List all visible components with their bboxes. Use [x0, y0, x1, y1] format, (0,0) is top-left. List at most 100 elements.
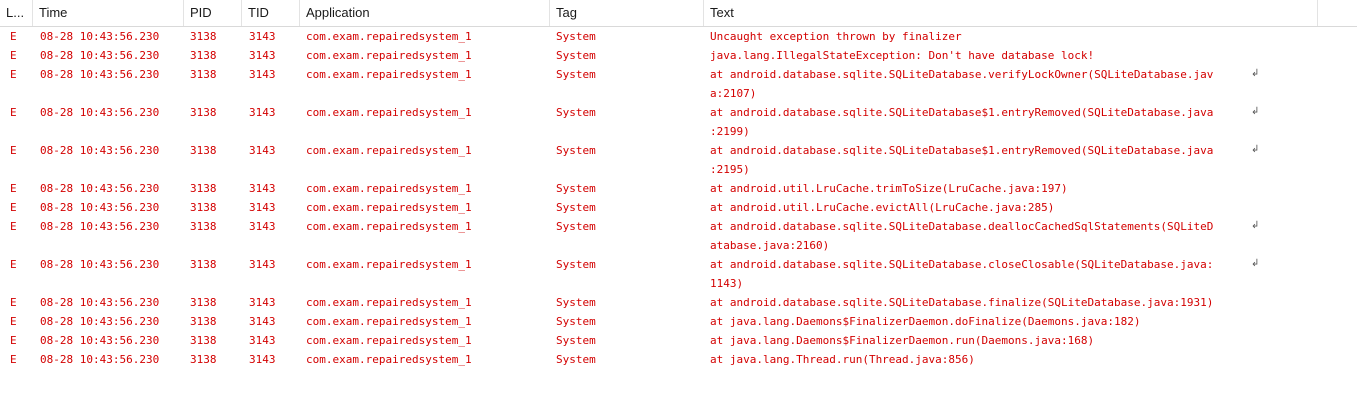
log-tid: 3143 [249, 220, 276, 233]
log-row[interactable]: E 08-28 10:43:56.230 3138 3143 com.exam.repa… [0, 331, 1357, 350]
log-row[interactable]: E 08-28 10:43:56.230 3138 3143 com.exam.repa… [0, 350, 1357, 369]
column-header-application[interactable]: Application [300, 0, 550, 26]
log-application: com.exam.repairedsystem_1 [306, 68, 472, 81]
log-time: 08-28 10:43:56.230 [40, 49, 160, 62]
log-tag: System [556, 49, 596, 62]
log-tag: System [556, 68, 596, 81]
log-message-line: at android.util.LruCache.trimToSize(LruC… [710, 182, 1068, 195]
log-message: at android.database.sqlite.SQLiteDatabas… [710, 217, 1255, 255]
log-row[interactable]: E 08-28 10:43:56.230 3138 3143 com.exam.repa… [0, 141, 1357, 179]
log-row[interactable]: E 08-28 10:43:56.230 3138 3143 com.exam.repa… [0, 312, 1357, 331]
log-tag: System [556, 201, 596, 214]
column-header-pid[interactable]: PID [184, 0, 242, 26]
log-pid: 3138 [190, 30, 217, 43]
log-application: com.exam.repairedsystem_1 [306, 144, 472, 157]
log-level: E [10, 353, 17, 366]
log-tid: 3143 [249, 182, 276, 195]
log-row[interactable]: E 08-28 10:43:56.230 3138 3143 com.exam.repa… [0, 293, 1357, 312]
log-tid: 3143 [249, 49, 276, 62]
log-tid: 3143 [249, 296, 276, 309]
log-application: com.exam.repairedsystem_1 [306, 49, 472, 62]
log-row[interactable]: E 08-28 10:43:56.230 3138 3143 com.exam.repa… [0, 217, 1357, 255]
column-header-tid[interactable]: TID [242, 0, 300, 26]
log-pid: 3138 [190, 315, 217, 328]
log-row[interactable]: E 08-28 10:43:56.230 3138 3143 com.exam.repa… [0, 27, 1357, 46]
log-application: com.exam.repairedsystem_1 [306, 296, 472, 309]
log-message: at android.util.LruCache.trimToSize(LruC… [710, 179, 1255, 198]
log-message: at android.database.sqlite.SQLiteDatabas… [710, 103, 1255, 141]
log-time: 08-28 10:43:56.230 [40, 106, 160, 119]
log-level: E [10, 68, 17, 81]
log-message-line: at android.database.sqlite.SQLiteDatabas… [710, 106, 1214, 119]
log-message-line: :2195) [710, 163, 750, 176]
log-message-line: at android.database.sqlite.SQLiteDatabas… [710, 220, 1214, 233]
column-header-time[interactable]: Time [33, 0, 184, 26]
log-tid: 3143 [249, 106, 276, 119]
column-header-tag[interactable]: Tag [550, 0, 704, 26]
log-tid: 3143 [249, 315, 276, 328]
log-message-line: :2199) [710, 125, 750, 138]
log-row[interactable]: E 08-28 10:43:56.230 3138 3143 com.exam.repa… [0, 103, 1357, 141]
log-application: com.exam.repairedsystem_1 [306, 220, 472, 233]
log-application: com.exam.repairedsystem_1 [306, 315, 472, 328]
log-table-body: E 08-28 10:43:56.230 3138 3143 com.exam.repa… [0, 27, 1357, 369]
log-time: 08-28 10:43:56.230 [40, 334, 160, 347]
log-application: com.exam.repairedsystem_1 [306, 106, 472, 119]
log-message-line: at java.lang.Daemons$FinalizerDaemon.run… [710, 334, 1095, 347]
log-time: 08-28 10:43:56.230 [40, 201, 160, 214]
column-header-level[interactable]: L... [0, 0, 33, 26]
log-message: at android.database.sqlite.SQLiteDatabas… [710, 255, 1255, 293]
log-pid: 3138 [190, 182, 217, 195]
log-pid: 3138 [190, 258, 217, 271]
log-row[interactable]: E 08-28 10:43:56.230 3138 3143 com.exam.repa… [0, 255, 1357, 293]
logcat-panel: L... Time PID TID Application Tag Text E… [0, 0, 1357, 411]
log-row[interactable]: E 08-28 10:43:56.230 3138 3143 com.exam.repa… [0, 65, 1357, 103]
log-pid: 3138 [190, 334, 217, 347]
log-level: E [10, 201, 17, 214]
log-application: com.exam.repairedsystem_1 [306, 334, 472, 347]
log-level: E [10, 334, 17, 347]
log-message: at java.lang.Daemons$FinalizerDaemon.doF… [710, 312, 1255, 331]
column-header-text[interactable]: Text [704, 0, 1318, 26]
log-message: at android.database.sqlite.SQLiteDatabas… [710, 141, 1255, 179]
log-level: E [10, 182, 17, 195]
log-application: com.exam.repairedsystem_1 [306, 182, 472, 195]
log-level: E [10, 296, 17, 309]
log-level: E [10, 220, 17, 233]
log-application: com.exam.repairedsystem_1 [306, 30, 472, 43]
soft-wrap-icon: ↲ [1251, 68, 1260, 79]
log-message-line: atabase.java:2160) [710, 239, 830, 252]
log-pid: 3138 [190, 68, 217, 81]
column-header-bar: L... Time PID TID Application Tag Text [0, 0, 1357, 27]
log-tag: System [556, 258, 596, 271]
log-row[interactable]: E 08-28 10:43:56.230 3138 3143 com.exam.repa… [0, 198, 1357, 217]
log-time: 08-28 10:43:56.230 [40, 30, 160, 43]
log-application: com.exam.repairedsystem_1 [306, 201, 472, 214]
log-application: com.exam.repairedsystem_1 [306, 258, 472, 271]
log-row[interactable]: E 08-28 10:43:56.230 3138 3143 com.exam.repa… [0, 179, 1357, 198]
log-level: E [10, 30, 17, 43]
log-message-line: java.lang.IllegalStateException: Don't h… [710, 49, 1095, 62]
log-level: E [10, 106, 17, 119]
log-time: 08-28 10:43:56.230 [40, 258, 160, 271]
log-tid: 3143 [249, 258, 276, 271]
log-message: java.lang.IllegalStateException: Don't h… [710, 46, 1255, 65]
log-tid: 3143 [249, 353, 276, 366]
log-level: E [10, 315, 17, 328]
log-message-line: at android.database.sqlite.SQLiteDatabas… [710, 144, 1214, 157]
log-time: 08-28 10:43:56.230 [40, 144, 160, 157]
log-pid: 3138 [190, 201, 217, 214]
log-tag: System [556, 106, 596, 119]
log-message-line: Uncaught exception thrown by finalizer [710, 30, 962, 43]
log-time: 08-28 10:43:56.230 [40, 68, 160, 81]
log-tag: System [556, 315, 596, 328]
log-tag: System [556, 30, 596, 43]
log-row[interactable]: E 08-28 10:43:56.230 3138 3143 com.exam.repa… [0, 46, 1357, 65]
log-tag: System [556, 296, 596, 309]
log-tag: System [556, 353, 596, 366]
soft-wrap-icon: ↲ [1251, 106, 1260, 117]
log-message-line: 1143) [710, 277, 744, 290]
log-message-line: at android.util.LruCache.evictAll(LruCac… [710, 201, 1055, 214]
soft-wrap-icon: ↲ [1251, 258, 1260, 269]
log-level: E [10, 144, 17, 157]
